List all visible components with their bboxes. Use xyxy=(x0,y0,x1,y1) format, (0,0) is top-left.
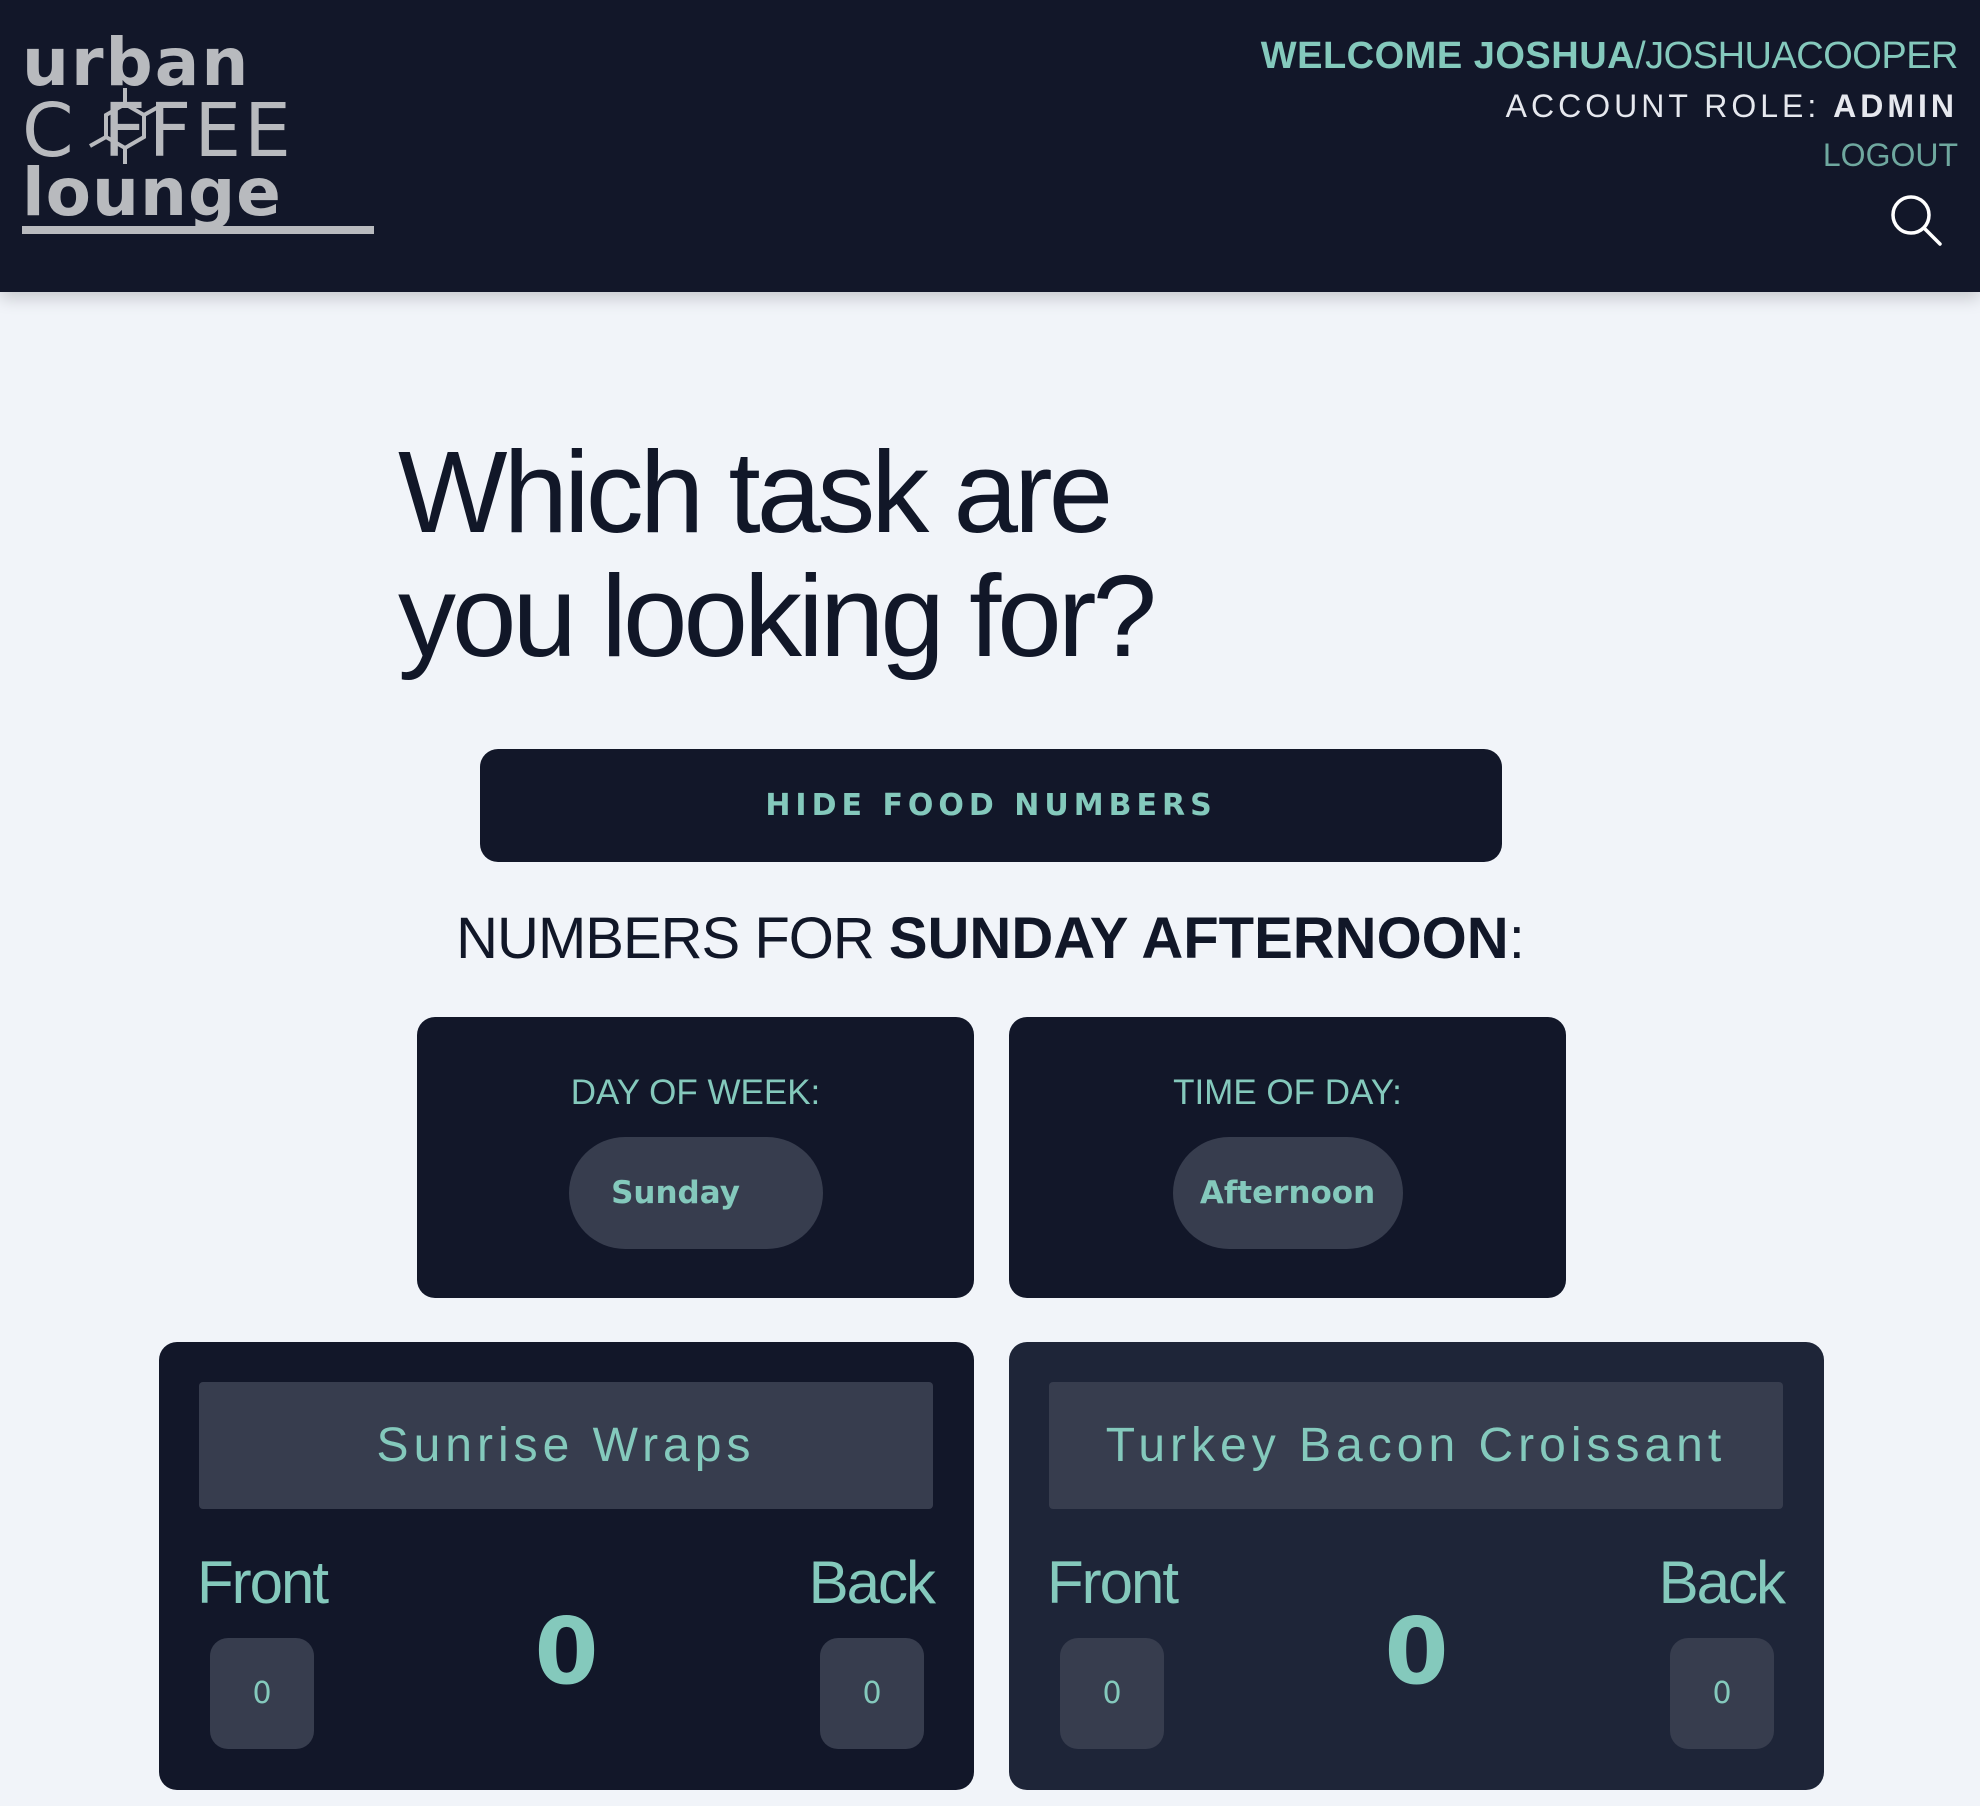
welcome-name: WELCOME JOSHUA xyxy=(1260,35,1636,77)
account-role-label: ACCOUNT ROLE: xyxy=(1505,88,1821,124)
day-of-week-card: DAY OF WEEK: Sunday xyxy=(417,1017,974,1298)
page-headline: Which task are you looking for? xyxy=(398,427,1157,681)
food-card-turkey-bacon-croissant: Turkey Bacon Croissant Front Back 0 0 0 xyxy=(1009,1342,1824,1790)
food-item-name: Sunrise Wraps xyxy=(199,1382,933,1509)
welcome-line: WELCOME JOSHUA/JOSHUACOOPER xyxy=(1260,34,1959,78)
search-icon[interactable] xyxy=(1888,192,1944,248)
logout-link[interactable]: LOGOUT xyxy=(1823,137,1958,174)
hide-food-numbers-button[interactable]: HIDE FOOD NUMBERS xyxy=(480,749,1502,862)
food-card-sunrise-wraps: Sunrise Wraps Front Back 0 0 0 xyxy=(159,1342,974,1790)
account-role: ACCOUNT ROLE: ADMIN xyxy=(1261,88,1958,125)
urban-coffee-lounge-logo[interactable]: urban C FFEE lounge xyxy=(22,30,378,240)
food-item-name: Turkey Bacon Croissant xyxy=(1049,1382,1783,1509)
numbers-for-suffix: : xyxy=(1508,906,1525,971)
numbers-for-value: SUNDAY AFTERNOON xyxy=(888,906,1509,971)
user-info: WELCOME JOSHUA/JOSHUACOOPER ACCOUNT ROLE… xyxy=(1260,34,1959,174)
headline-line-1: Which task are xyxy=(398,427,1113,557)
day-of-week-label: DAY OF WEEK: xyxy=(570,1073,821,1112)
numbers-for-prefix: NUMBERS FOR xyxy=(456,906,889,971)
username: JOSHUACOOPER xyxy=(1645,35,1958,77)
logo-line-lounge: lounge xyxy=(22,154,282,231)
front-count-input[interactable]: 0 xyxy=(210,1638,314,1749)
welcome-separator: / xyxy=(1635,35,1646,77)
time-of-day-select[interactable]: Afternoon xyxy=(1172,1137,1403,1249)
front-count-input[interactable]: 0 xyxy=(1060,1638,1164,1749)
numbers-for-heading: NUMBERS FOR SUNDAY AFTERNOON: xyxy=(0,905,1980,972)
headline-line-2: you looking for? xyxy=(398,551,1157,681)
back-count-input[interactable]: 0 xyxy=(820,1638,924,1749)
logo-underline xyxy=(22,226,374,234)
time-of-day-label: TIME OF DAY: xyxy=(1173,1073,1402,1112)
back-count-input[interactable]: 0 xyxy=(1670,1638,1774,1749)
day-of-week-select[interactable]: Sunday xyxy=(568,1137,823,1249)
top-header: urban C FFEE lounge WELCOME JOSHUA/JOSHU… xyxy=(0,0,1980,292)
account-role-value: ADMIN xyxy=(1833,88,1958,124)
time-of-day-card: TIME OF DAY: Afternoon xyxy=(1009,1017,1566,1298)
